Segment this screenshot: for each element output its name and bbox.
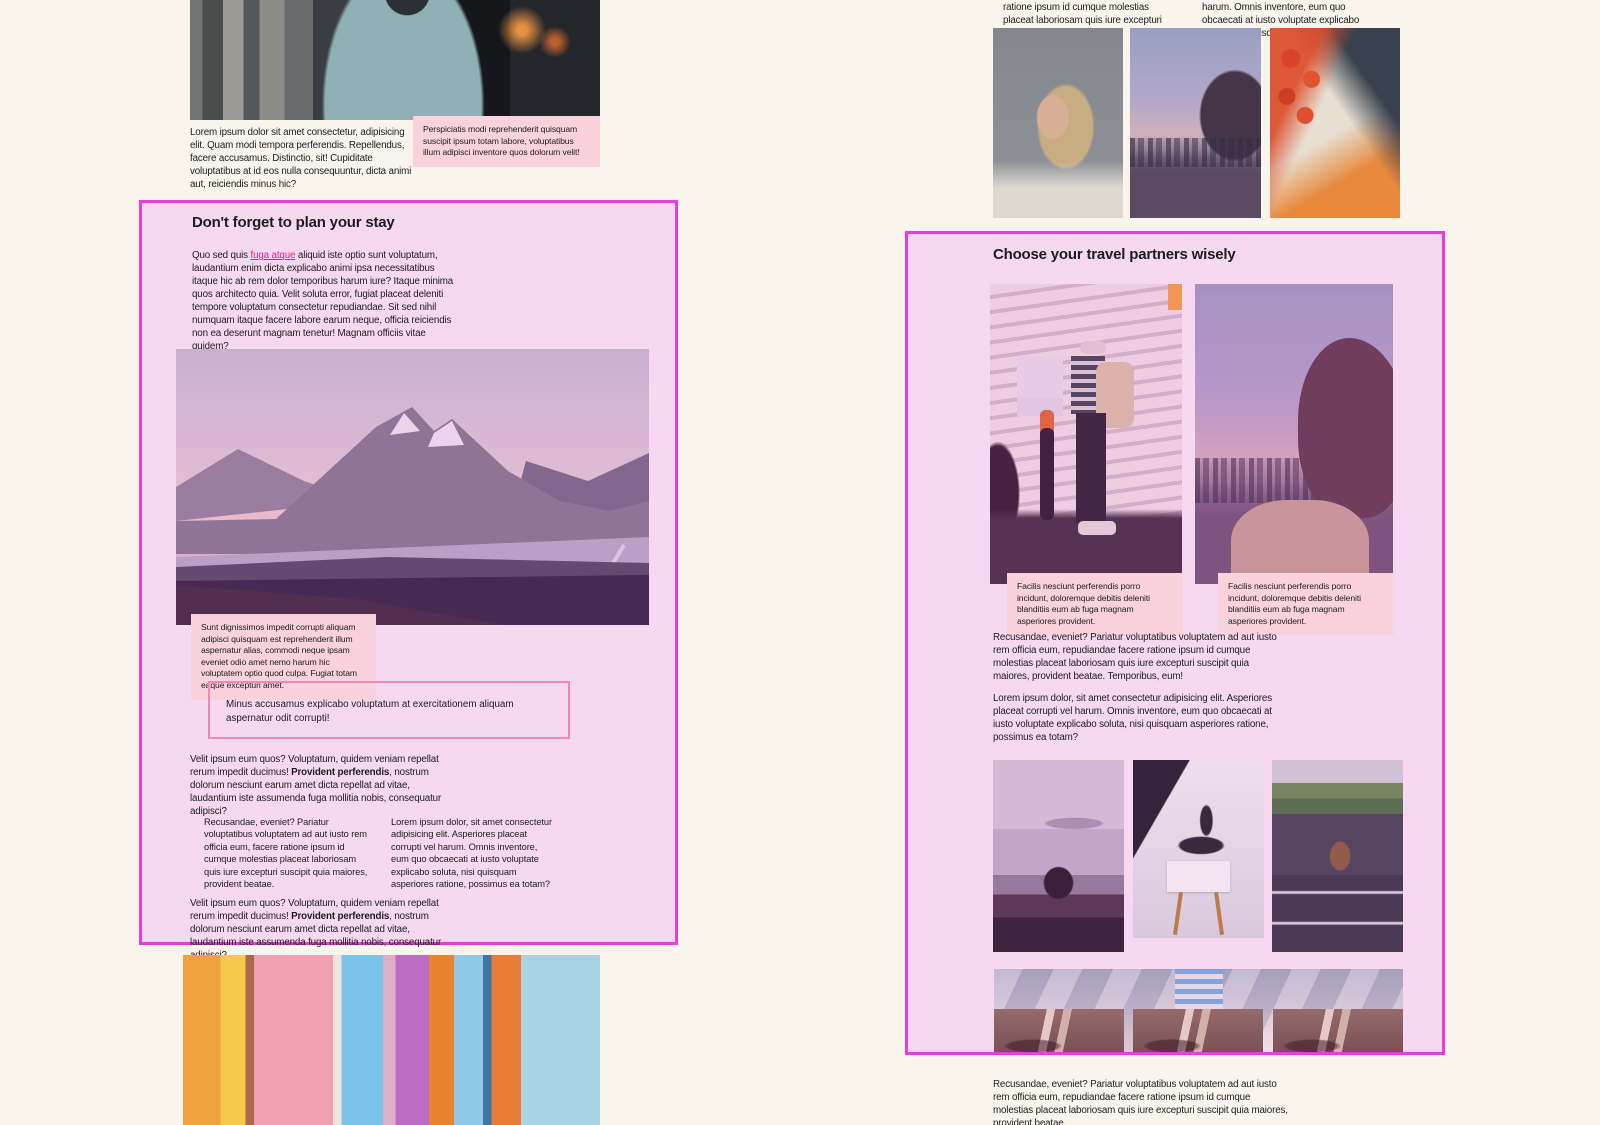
lead-text-pre: Quo sed quis (192, 250, 251, 261)
plan-two-columns: Recusandae, eveniet? Pariatur voluptatib… (204, 816, 556, 890)
photo-skateboarder (990, 284, 1182, 584)
outro-paragraph: Recusandae, eveniet? Pariatur voluptatib… (993, 1078, 1289, 1125)
lead-text-post: aliquid iste optio sunt voluptatum, laud… (192, 250, 453, 352)
photo-tint (993, 760, 1124, 952)
figure-cap (1080, 341, 1106, 354)
photo-tint (1133, 760, 1264, 938)
plan-column-right: Lorem ipsum dolor, sit amet consectetur … (391, 816, 556, 890)
figure-shoes (1078, 521, 1116, 535)
plan-paragraph-1: Velit ipsum eum quos? Voluptatum, quidem… (190, 753, 458, 818)
photo-vegetables (1270, 28, 1400, 218)
photo-beach-strip (994, 969, 1403, 1052)
plan-column-left: Recusandae, eveniet? Pariatur voluptatib… (204, 816, 369, 890)
photo-camera-gear (1133, 760, 1264, 938)
plan-your-stay-section: Don't forget to plan your stay Quo sed q… (139, 200, 678, 945)
plan-paragraph-2-bold: Provident perferendis (291, 911, 389, 922)
page: Lorem ipsum dolor sit amet consectetur, … (0, 0, 1600, 1125)
photo-dusk-skyline (1130, 28, 1261, 218)
figure-knee (1231, 500, 1370, 584)
section-title-partners: Choose your travel partners wisely (993, 246, 1235, 263)
stool (1167, 861, 1230, 891)
photo-colorful-houses (183, 955, 600, 1125)
photo-mountain-lake (176, 349, 649, 625)
skateboard (1040, 410, 1054, 520)
plan-paragraph-2: Velit ipsum eum quos? Voluptatum, quidem… (190, 897, 458, 962)
fuga-atque-link[interactable]: fuga atque (251, 250, 296, 261)
photo-beach-legs-1 (994, 1009, 1124, 1052)
partners-paragraph-1: Recusandae, eveniet? Pariatur voluptatib… (993, 631, 1285, 683)
intro-paragraph: Lorem ipsum dolor sit amet consectetur, … (190, 126, 416, 191)
plan-lead-paragraph: Quo sed quis fuga atque aliquid iste opt… (192, 249, 454, 353)
wall-window (1017, 356, 1063, 398)
pull-quote: Minus accusamus explicabo voluptatum at … (208, 681, 570, 739)
photo-street-night (190, 0, 600, 120)
figure-head (1298, 338, 1393, 518)
intro-callout: Perspiciatis modi reprehenderit quisquam… (413, 116, 600, 167)
photo-woman-portrait (993, 28, 1123, 218)
photo-tint (1272, 760, 1403, 952)
figure-pants (1076, 413, 1106, 523)
photo-dog-shore (993, 760, 1124, 952)
partners-paragraph-2: Lorem ipsum dolor, sit amet consectetur … (993, 692, 1293, 744)
mountain-illustration (176, 349, 649, 625)
city-silhouette (1130, 138, 1261, 167)
plan-paragraph-1-bold: Provident perferendis (291, 767, 389, 778)
partners-caption-1: Facilis nesciunt perferendis porro incid… (1007, 573, 1183, 635)
stool-leg (1173, 892, 1183, 935)
partners-caption-2: Facilis nesciunt perferendis porro incid… (1218, 573, 1394, 635)
stool-leg (1214, 892, 1224, 935)
photo-dusk-watcher (1195, 284, 1393, 584)
photo-beach-legs-3 (1273, 1009, 1403, 1052)
travel-partners-section: Choose your travel partners wisely Facil… (905, 231, 1445, 1055)
section-title-plan: Don't forget to plan your stay (192, 214, 395, 231)
photo-runner-track (1272, 760, 1403, 952)
orange-flag (1168, 284, 1182, 310)
photo-beach-legs-2 (1133, 1009, 1263, 1052)
